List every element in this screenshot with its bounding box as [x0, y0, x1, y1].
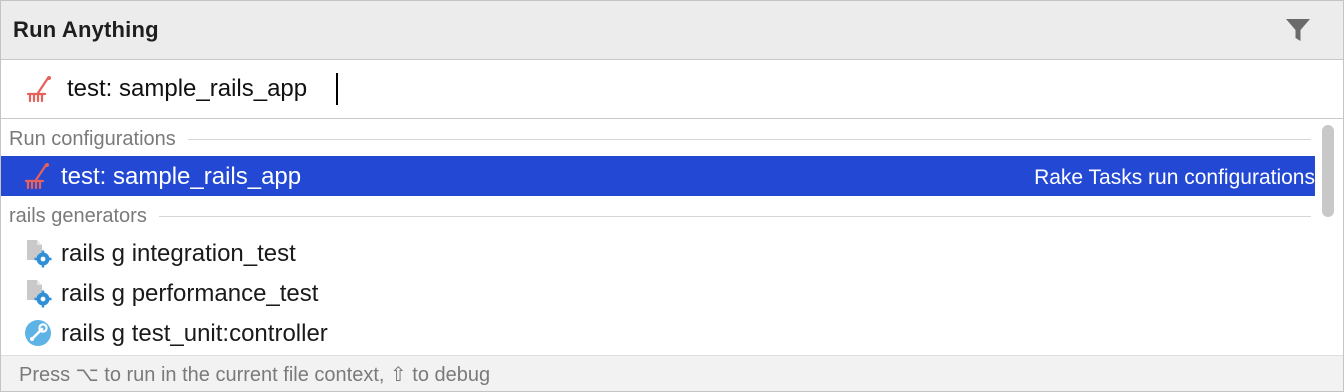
scrollbar-thumb[interactable]	[1322, 125, 1334, 217]
list-item-integration-test[interactable]: rails g integration_test	[1, 233, 1315, 273]
search-row	[1, 60, 1343, 119]
rake-task-icon	[25, 74, 55, 104]
section-label: rails generators	[9, 204, 147, 227]
section-divider	[158, 215, 1311, 217]
search-input[interactable]	[67, 72, 1267, 106]
popup-title: Run Anything	[13, 17, 159, 42]
generator-file-gear-icon	[23, 238, 53, 268]
list-item-label: rails g test_unit:controller	[61, 320, 328, 347]
list-item-test-sample-rails-app[interactable]: test: sample_rails_app Rake Tasks run co…	[1, 156, 1315, 196]
wrench-circle-icon	[23, 318, 53, 348]
text-caret	[336, 73, 338, 105]
footer-hint: Press ⌥ to run in the current file conte…	[19, 364, 491, 386]
vertical-scrollbar[interactable]	[1317, 119, 1343, 355]
list-item-label: rails g integration_test	[61, 240, 296, 267]
run-anything-popup: Run Anything test: sample_rails_app Run …	[0, 0, 1344, 392]
section-divider	[187, 138, 1311, 140]
generator-file-gear-icon	[23, 278, 53, 308]
results-list: Run configurations test: sample_rails_ap…	[1, 119, 1317, 355]
list-item-test-unit-controller[interactable]: rails g test_unit:controller	[1, 313, 1315, 353]
section-label: Run configurations	[9, 127, 176, 150]
section-header-run-configurations: Run configurations	[1, 121, 1317, 157]
list-item-performance-test[interactable]: rails g performance_test	[1, 273, 1315, 313]
section-header-rails-generators: rails generators	[1, 198, 1317, 234]
popup-footer: Press ⌥ to run in the current file conte…	[1, 355, 1343, 391]
list-item-label: rails g performance_test	[61, 280, 319, 307]
popup-header: Run Anything	[1, 1, 1343, 60]
filter-icon[interactable]	[1283, 15, 1313, 45]
list-item-label: test: sample_rails_app	[61, 163, 302, 190]
rake-task-icon	[23, 161, 53, 191]
list-item-detail: Rake Tasks run configurations	[1034, 166, 1315, 189]
